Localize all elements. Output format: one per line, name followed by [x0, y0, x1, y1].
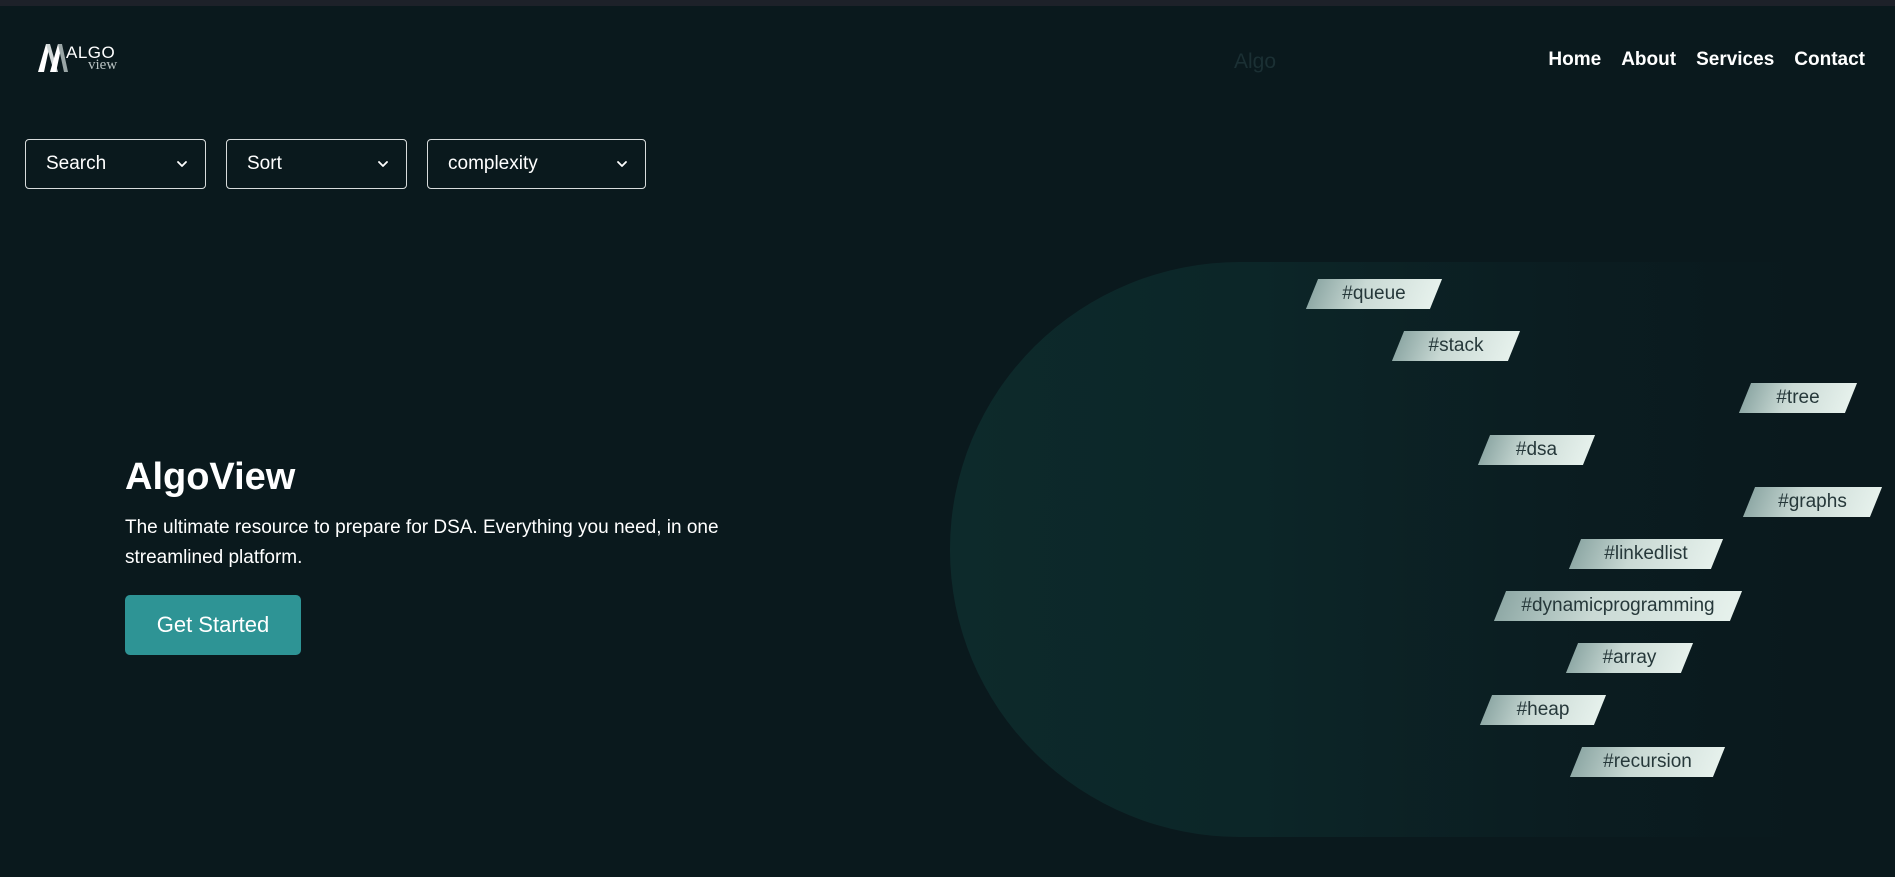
tag-queue[interactable]: #queue [1305, 279, 1443, 309]
tag-heap[interactable]: #heap [1479, 695, 1607, 725]
main-nav: Home About Services Contact [1548, 49, 1865, 71]
nav-link-contact[interactable]: Contact [1794, 49, 1865, 71]
nav-link-home[interactable]: Home [1548, 49, 1601, 71]
logo[interactable]: ALGO view [36, 40, 126, 76]
algoview-logo-icon [38, 44, 68, 72]
tag-dynamicprogramming[interactable]: #dynamicprogramming [1493, 591, 1743, 621]
tag-label: #queue [1342, 283, 1406, 304]
page: ALGO view Algo Home About Services Conta… [0, 0, 1895, 877]
tag-recursion[interactable]: #recursion [1569, 747, 1726, 777]
tag-label: #dynamicprogramming [1521, 595, 1715, 616]
sort-dropdown-label: Sort [247, 153, 282, 174]
tag-linkedlist[interactable]: #linkedlist [1568, 539, 1724, 569]
tag-label: #recursion [1603, 751, 1692, 772]
hero-title: AlgoView [125, 456, 296, 498]
tag-label: #linkedlist [1604, 543, 1688, 564]
tag-label: #array [1602, 647, 1657, 668]
chevron-down-icon [378, 161, 388, 167]
tag-tree[interactable]: #tree [1738, 383, 1858, 413]
logo-text-view: view [88, 57, 118, 73]
tag-label: #heap [1516, 699, 1570, 720]
nav-link-services[interactable]: Services [1696, 49, 1774, 71]
search-dropdown[interactable]: Search [25, 139, 206, 189]
tag-label: #stack [1428, 335, 1484, 356]
get-started-button[interactable]: Get Started [125, 595, 301, 655]
tag-label: #graphs [1778, 491, 1847, 512]
tag-graphs[interactable]: #graphs [1742, 487, 1883, 517]
chevron-down-icon [617, 161, 627, 167]
sort-dropdown[interactable]: Sort [226, 139, 407, 189]
search-dropdown-label: Search [46, 153, 107, 174]
top-strip [0, 0, 1895, 6]
chevron-down-icon [177, 161, 187, 167]
filter-bar: Search Sort complexity [25, 139, 646, 189]
hero-description: The ultimate resource to prepare for DSA… [125, 517, 719, 568]
tag-label: #tree [1776, 387, 1820, 408]
tag-array[interactable]: #array [1565, 643, 1694, 673]
nav-link-about[interactable]: About [1621, 49, 1676, 71]
header-center-text: Algo [1234, 50, 1277, 73]
tag-dsa[interactable]: #dsa [1477, 435, 1596, 465]
hero-section: AlgoView The ultimate resource to prepar… [125, 455, 805, 655]
tag-stack[interactable]: #stack [1391, 331, 1521, 361]
complexity-dropdown-label: complexity [448, 153, 538, 174]
complexity-dropdown[interactable]: complexity [427, 139, 646, 189]
tag-label: #dsa [1515, 439, 1558, 460]
